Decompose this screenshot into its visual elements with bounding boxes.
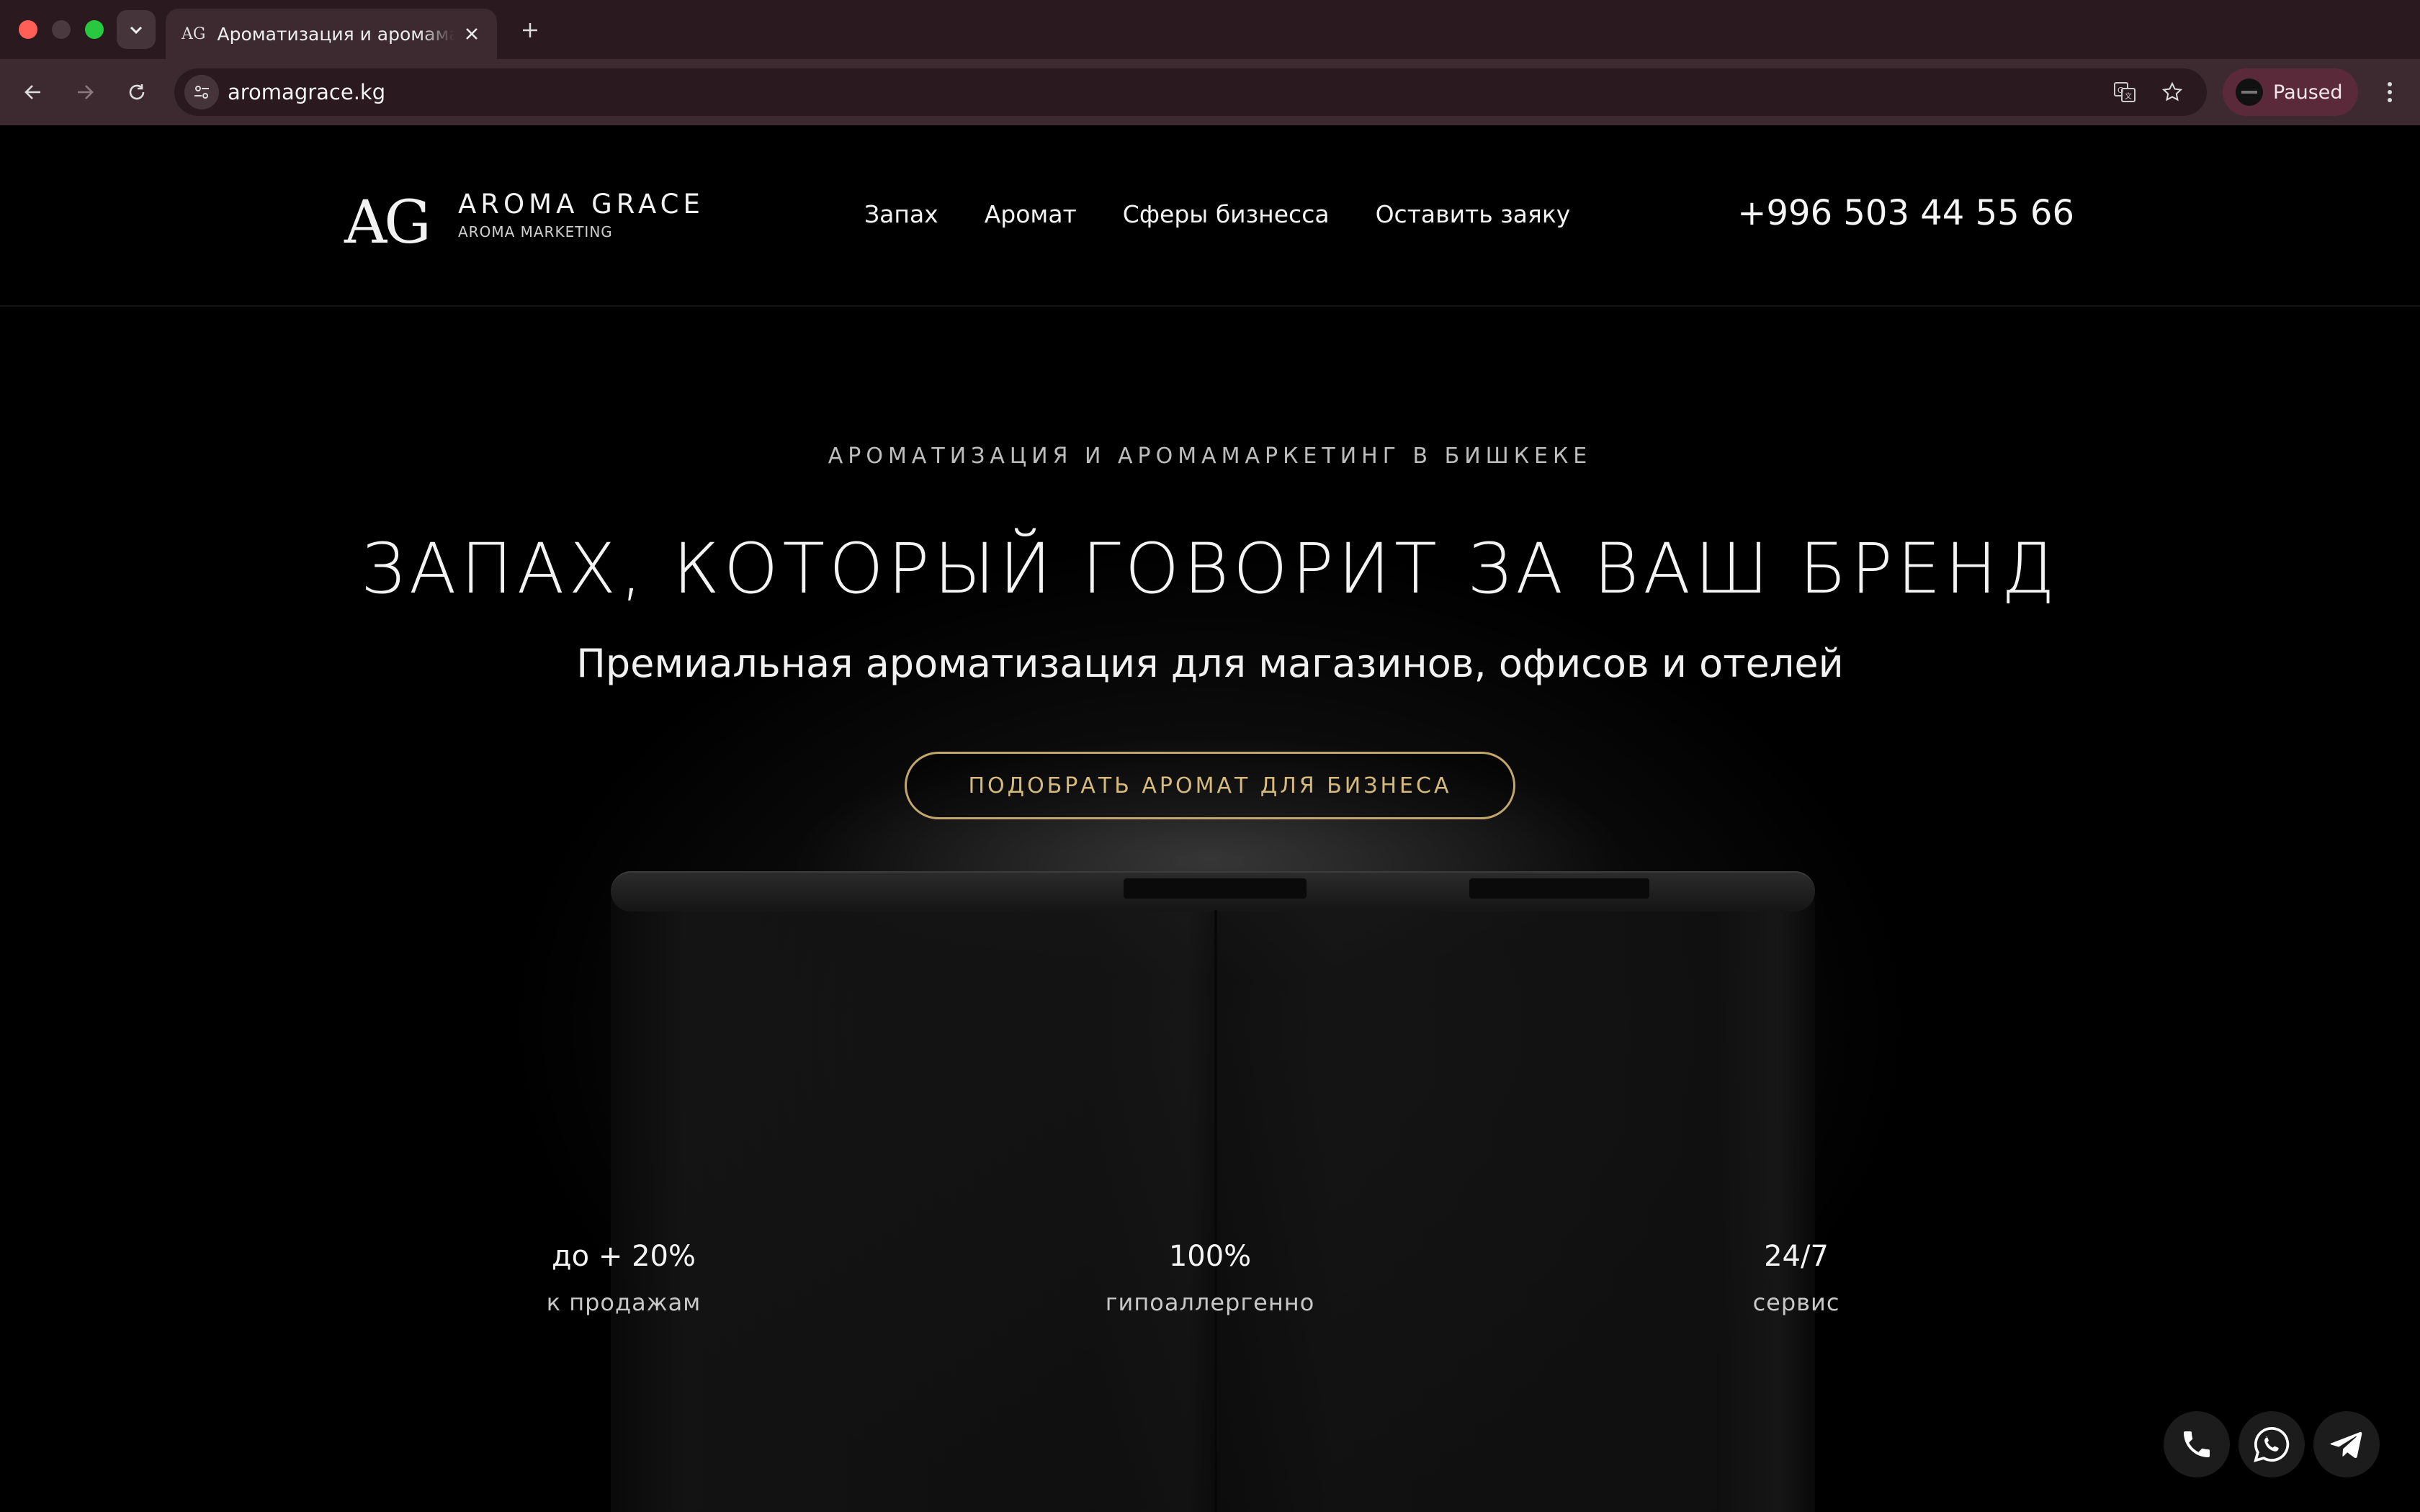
site-settings-button[interactable]: [184, 75, 219, 109]
bookmark-button[interactable]: [2155, 75, 2190, 109]
close-window-button[interactable]: [19, 20, 37, 39]
nav-link-business[interactable]: Сферы бизнесса: [1123, 200, 1330, 228]
telegram-button[interactable]: [2313, 1411, 2380, 1477]
star-icon: [2161, 81, 2183, 102]
stat-service: 24/7 сервис: [1652, 1240, 1940, 1316]
browser-menu-button[interactable]: [2372, 75, 2407, 109]
browser-tab-bar: AG Ароматизация и аромамаркетинг в Бишке…: [0, 0, 2420, 59]
arrow-left-icon: [24, 85, 40, 99]
diffuser-slot: [1469, 878, 1649, 899]
main-nav: Запах Аромат Сферы бизнесса Оставить зая…: [864, 200, 1570, 228]
reload-button[interactable]: [120, 75, 154, 109]
translate-icon: G文: [2114, 82, 2136, 102]
header-phone-link[interactable]: +996 503 44 55 66: [1737, 193, 2074, 233]
chevron-down-icon: [130, 26, 143, 35]
browser-tab-active[interactable]: AG Ароматизация и аромамаркетинг в Бишке…: [166, 9, 497, 59]
nav-link-request[interactable]: Оставить заяку: [1376, 200, 1571, 228]
nav-link-aroma[interactable]: Аромат: [985, 200, 1077, 228]
whatsapp-icon: [2254, 1426, 2290, 1462]
svg-text:G: G: [2118, 86, 2124, 95]
hero-headline: ЗАПАХ, КОТОРЫЙ ГОВОРИТ ЗА ВАШ БРЕНД: [360, 528, 2060, 609]
whatsapp-button[interactable]: [2238, 1411, 2305, 1477]
profile-button[interactable]: Paused: [2223, 68, 2358, 116]
page-viewport: AG AROMA GRACE AROMA MARKETING Запах Аро…: [0, 125, 2420, 1512]
arrow-right-icon: [78, 85, 94, 99]
telegram-icon: [2330, 1431, 2362, 1459]
reload-icon: [129, 84, 145, 100]
forward-button[interactable]: [68, 75, 102, 109]
diffuser-slot: [1124, 878, 1307, 899]
tune-icon: [194, 86, 209, 99]
diffuser-device-image: [611, 871, 1815, 1512]
logo-tagline: AROMA MARKETING: [458, 223, 613, 240]
call-button[interactable]: [2164, 1411, 2230, 1477]
stat-label: сервис: [1752, 1289, 1840, 1316]
translate-button[interactable]: G文: [2107, 75, 2142, 109]
stat-value: 100%: [1168, 1240, 1252, 1273]
logo-mark[interactable]: AG: [344, 189, 431, 257]
tab-search-button[interactable]: [117, 10, 156, 49]
profile-status: Paused: [2273, 81, 2343, 104]
stat-label: гипоаллергенно: [1105, 1289, 1315, 1316]
url-text: aromagrace.kg: [228, 80, 386, 104]
stat-value: 24/7: [1764, 1240, 1829, 1273]
pick-aroma-button[interactable]: ПОДОБРАТЬ АРОМАТ ДЛЯ БИЗНЕСА: [905, 752, 1515, 819]
logo-name[interactable]: AROMA GRACE: [458, 189, 704, 220]
tab-close-button[interactable]: [461, 23, 483, 45]
address-bar[interactable]: aromagrace.kg G文: [174, 68, 2207, 116]
stat-sales: до + 20% к продажам: [480, 1240, 768, 1316]
new-tab-button[interactable]: [516, 16, 544, 45]
maximize-window-button[interactable]: [85, 20, 104, 39]
diffuser-seam: [1214, 910, 1217, 1512]
site-header: AG AROMA GRACE AROMA MARKETING Запах Аро…: [0, 125, 2420, 307]
back-button[interactable]: [16, 75, 50, 109]
tab-title: Ароматизация и аромамаркетинг в Бишкеке: [217, 23, 455, 45]
favicon: AG: [182, 24, 206, 43]
hero-subheadline: Премиальная ароматизация для магазинов, …: [576, 641, 1844, 686]
more-vert-icon: [2388, 82, 2392, 102]
minimize-window-button[interactable]: [52, 20, 71, 39]
stat-hypoallergenic: 100% гипоаллергенно: [1066, 1240, 1354, 1316]
plus-icon: [523, 23, 537, 37]
close-icon: [466, 28, 478, 40]
hero-eyebrow: АРОМАТИЗАЦИЯ И АРОМАМАРКЕТИНГ В БИШКЕКЕ: [828, 444, 1592, 469]
phone-icon: [2184, 1431, 2210, 1457]
stat-label: к продажам: [546, 1289, 702, 1316]
nav-link-smell[interactable]: Запах: [864, 200, 938, 228]
svg-text:文: 文: [2125, 91, 2132, 101]
avatar: [2236, 78, 2263, 106]
browser-toolbar: aromagrace.kg G文 Paused: [0, 59, 2420, 125]
stat-value: до + 20%: [552, 1240, 696, 1273]
